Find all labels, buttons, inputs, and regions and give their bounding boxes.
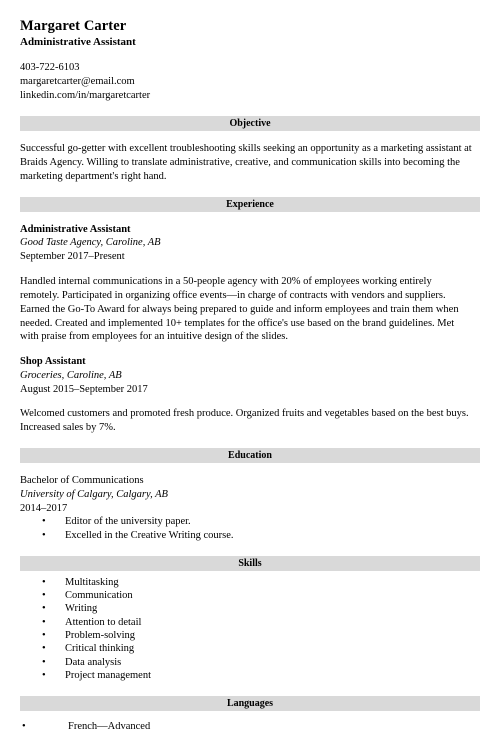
resume-document: Margaret Carter Administrative Assistant… [0, 0, 500, 732]
bullet-icon: • [42, 670, 46, 682]
bullet-icon: • [42, 656, 46, 668]
list-item: • Attention to detail [20, 616, 480, 629]
list-item-label: Attention to detail [65, 616, 142, 628]
languages-bullet-list: • French—Advanced [20, 720, 480, 733]
list-item-label: Critical thinking [65, 643, 135, 655]
contact-block: 403-722-6103 margaretcarter@email.com li… [20, 61, 480, 103]
list-item: • Data analysis [20, 656, 480, 669]
resume-header: Margaret Carter Administrative Assistant… [20, 18, 480, 103]
list-item-label: Project management [65, 670, 152, 682]
experience-organization: Good Taste Agency, Caroline, AB [20, 237, 161, 249]
experience-description: Welcomed customers and promoted fresh pr… [20, 408, 469, 434]
list-item-label: French—Advanced [68, 721, 151, 733]
objective-text: Successful go-getter with excellent trou… [20, 142, 472, 182]
experience-entry: Shop Assistant Groceries, Caroline, AB A… [20, 355, 480, 435]
list-item-label: Editor of the university paper. [65, 516, 191, 528]
list-item: • Problem-solving [20, 629, 480, 642]
section-heading-objective: Objective [20, 115, 480, 131]
bullet-icon: • [42, 643, 46, 655]
skills-bullet-list: • Multitasking • Communication • Writing • A… [20, 576, 480, 683]
experience-job-title: Administrative Assistant [20, 223, 131, 235]
section-heading-education: Education [20, 448, 480, 464]
contact-email: margaretcarter@email.com [20, 76, 135, 88]
education-bullet-list: • Editor of the university paper. • Excell… [20, 515, 480, 542]
experience-dates: September 2017–Present [20, 251, 125, 263]
bullet-icon: • [22, 721, 26, 733]
education-degree: Bachelor of Communications [20, 475, 144, 487]
list-item: • Excelled in the Creative Writing course… [20, 529, 480, 542]
list-item-label: Excelled in the Creative Writing course. [65, 529, 234, 541]
candidate-job-title: Administrative Assistant [20, 36, 136, 49]
list-item-label: Communication [65, 590, 133, 602]
contact-linkedin: linkedin.com/in/margaretcarter [20, 90, 151, 102]
experience-description: Handled internal communications in a 50-… [20, 275, 459, 343]
bullet-icon: • [42, 616, 46, 628]
bullet-icon: • [42, 576, 46, 588]
list-item: • Communication [20, 589, 480, 602]
experience-job-title: Shop Assistant [20, 356, 86, 368]
experience-entry: Administrative Assistant Good Taste Agen… [20, 223, 480, 345]
list-item-label: Problem-solving [65, 630, 135, 642]
bullet-icon: • [42, 529, 46, 541]
experience-organization: Groceries, Caroline, AB [20, 370, 122, 382]
contact-phone: 403-722-6103 [20, 62, 80, 74]
list-item: • Project management [20, 669, 480, 682]
list-item: • Multitasking [20, 576, 480, 589]
bullet-icon: • [42, 603, 46, 615]
list-item: • French—Advanced [20, 720, 480, 733]
list-item: • Editor of the university paper. [20, 515, 480, 528]
list-item-label: Data analysis [65, 656, 122, 668]
section-heading-languages: Languages [20, 696, 480, 712]
bullet-icon: • [42, 516, 46, 528]
section-heading-skills: Skills [20, 555, 480, 571]
list-item-label: Multitasking [65, 576, 119, 588]
list-item: • Writing [20, 602, 480, 615]
candidate-name: Margaret Carter [20, 18, 127, 34]
bullet-icon: • [42, 630, 46, 642]
section-heading-experience: Experience [20, 196, 480, 212]
list-item: • Critical thinking [20, 642, 480, 655]
list-item-label: Writing [65, 603, 98, 615]
education-years: 2014–2017 [20, 502, 68, 514]
experience-dates: August 2015–September 2017 [20, 383, 148, 395]
education-school: University of Calgary, Calgary, AB [20, 488, 168, 500]
bullet-icon: • [42, 590, 46, 602]
